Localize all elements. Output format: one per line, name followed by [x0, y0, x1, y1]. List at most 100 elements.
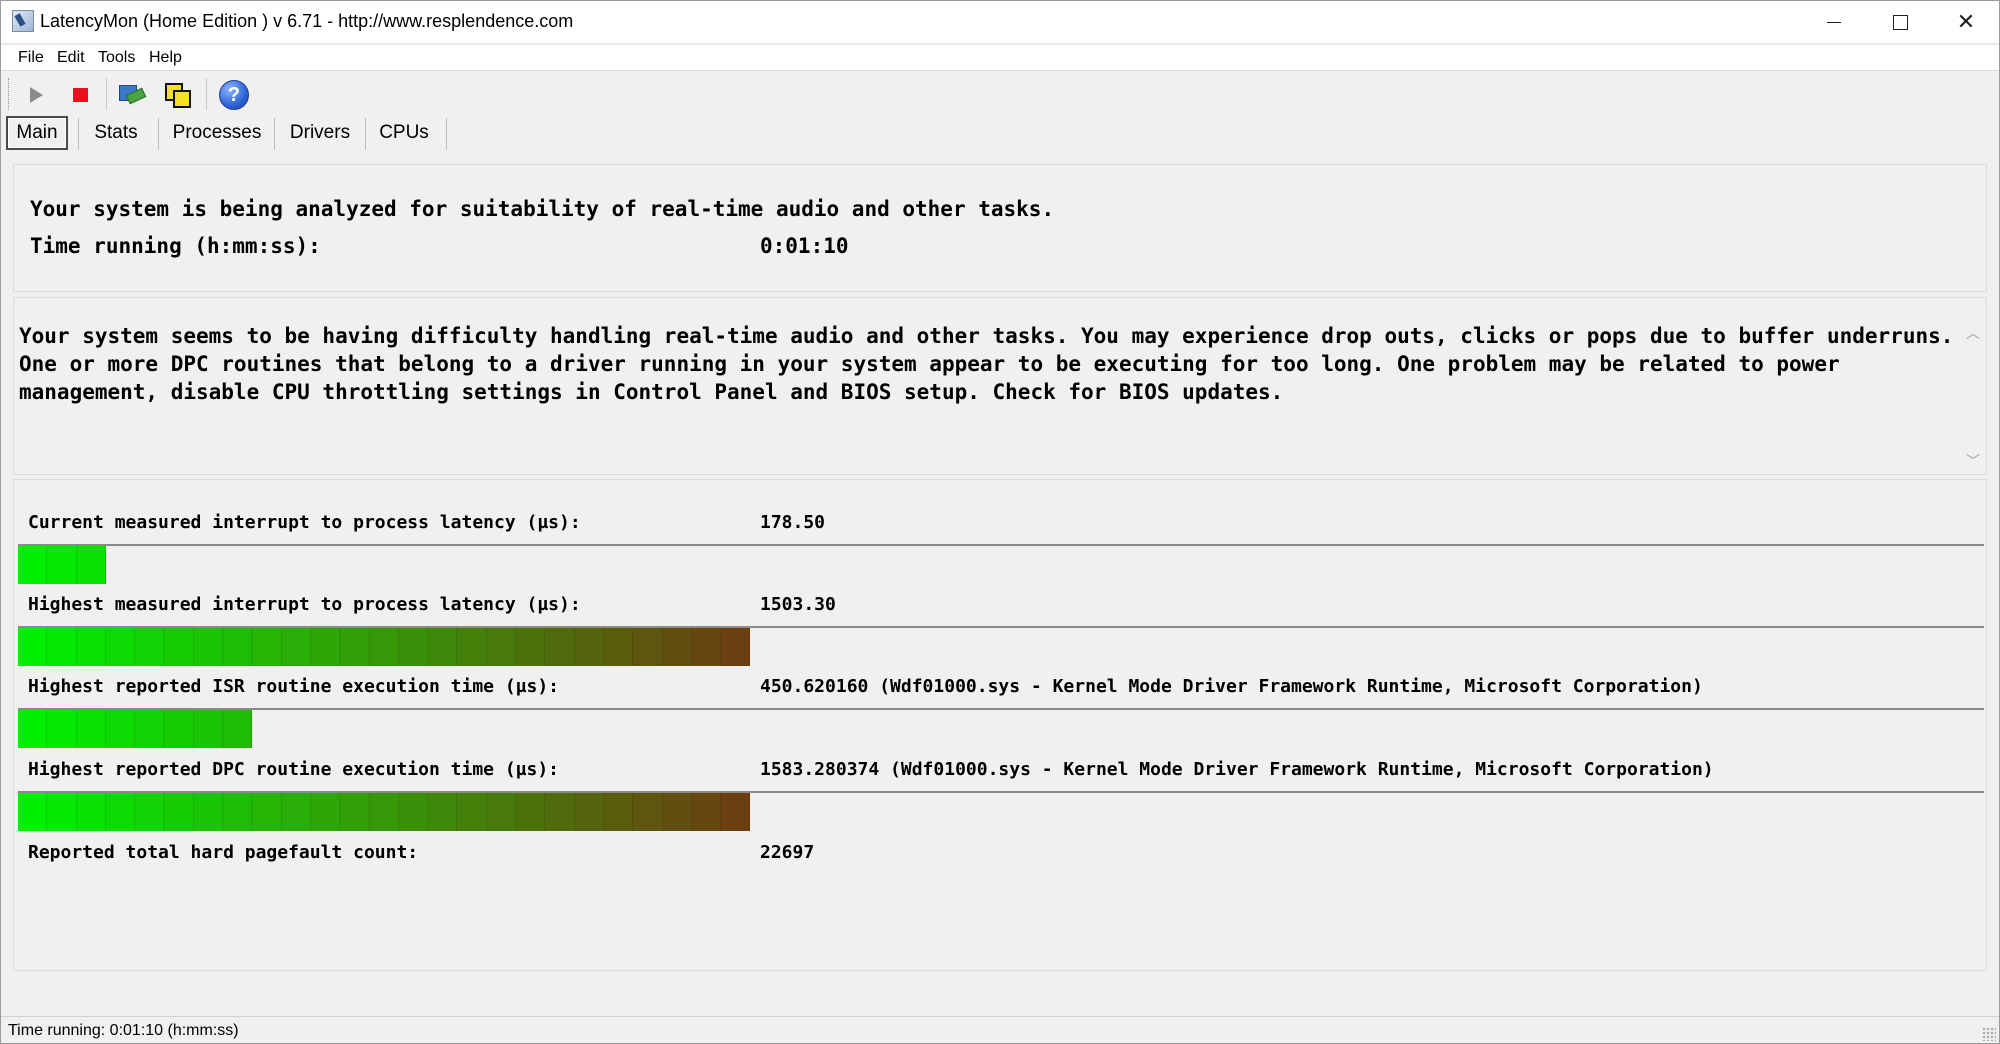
menu-edit[interactable]: Edit [57, 49, 85, 67]
isr-execution-meter [18, 708, 1984, 748]
meter-segment [691, 628, 722, 666]
meter-segment [18, 710, 48, 748]
start-button[interactable] [18, 78, 54, 112]
title-bar: LatencyMon (Home Edition ) v 6.71 - http… [0, 0, 2000, 44]
tab-drivers[interactable]: Drivers [278, 116, 362, 150]
meter-segment [340, 628, 370, 666]
minimize-icon[interactable] [1802, 0, 1866, 44]
tab-bar: Main Stats Processes Drivers CPUs [0, 114, 2000, 152]
analysis-status-panel: Your system is being analyzed for suitab… [13, 164, 1987, 292]
meter-segment [18, 628, 48, 666]
meter-segment [105, 793, 136, 831]
highest-latency-meter [18, 626, 1984, 666]
meter-segment [486, 793, 517, 831]
menu-file[interactable]: File [18, 49, 44, 67]
close-icon[interactable]: ✕ [1934, 0, 1998, 44]
dpc-execution-meter [18, 791, 1984, 831]
stop-button[interactable] [62, 78, 98, 112]
tab-stats[interactable]: Stats [80, 116, 152, 150]
menu-tools[interactable]: Tools [98, 49, 135, 67]
toolbar-grip[interactable] [8, 78, 11, 110]
meter-segment [340, 793, 370, 831]
tab-separator [274, 118, 275, 150]
meter-segment [398, 628, 429, 666]
meter-segment [281, 628, 311, 666]
scroll-down-icon[interactable]: ﹀ [1966, 454, 1980, 468]
meter-segment [603, 628, 634, 666]
toolbar-separator [206, 78, 207, 110]
meter-segment [662, 628, 692, 666]
highest-latency-value: 1503.30 [760, 594, 836, 615]
menu-help[interactable]: Help [149, 49, 182, 67]
meter-segment [574, 793, 604, 831]
meter-segment [135, 793, 165, 831]
meter-segment [223, 793, 253, 831]
meter-segment [516, 793, 546, 831]
dpc-execution-label: Highest reported DPC routine execution t… [28, 759, 560, 780]
toolbar-separator [106, 78, 107, 110]
help-button[interactable]: ? [216, 78, 252, 112]
meter-segment [574, 628, 604, 666]
meter-segment [76, 710, 106, 748]
dpc-execution-value: 1583.280374 (Wdf01000.sys - Kernel Mode … [760, 759, 1714, 780]
meter-segment [105, 710, 136, 748]
windows-button[interactable] [160, 78, 196, 112]
meter-segment [223, 710, 253, 748]
meter-segment [47, 710, 77, 748]
help-icon: ? [219, 80, 249, 110]
meter-segment [193, 710, 224, 748]
resize-grip-icon[interactable] [1982, 1027, 1996, 1041]
meter-segment [47, 793, 77, 831]
tab-cpus[interactable]: CPUs [368, 116, 440, 150]
current-latency-label: Current measured interrupt to process la… [28, 512, 581, 533]
isr-execution-bar [18, 710, 253, 748]
dpc-execution-bar [18, 793, 751, 831]
latency-metrics-panel: Current measured interrupt to process la… [13, 479, 1987, 971]
properties-icon [117, 81, 147, 109]
time-running-value: 0:01:10 [760, 234, 849, 258]
meter-segment [76, 628, 106, 666]
conclusion-message-panel: Your system seems to be having difficult… [13, 297, 1987, 475]
meter-segment [76, 546, 106, 584]
meter-segment [662, 793, 692, 831]
meter-segment [398, 793, 429, 831]
analysis-status-text: Your system is being analyzed for suitab… [30, 197, 1055, 221]
highest-latency-label: Highest measured interrupt to process la… [28, 594, 581, 615]
meter-segment [281, 793, 311, 831]
tab-separator [365, 118, 366, 150]
meter-segment [193, 628, 224, 666]
meter-segment [47, 546, 77, 584]
meter-segment [164, 793, 194, 831]
windows-icon [163, 81, 193, 109]
meter-segment [633, 793, 663, 831]
maximize-icon[interactable] [1868, 0, 1932, 44]
meter-segment [135, 710, 165, 748]
meter-segment [721, 793, 751, 831]
scroll-up-icon[interactable]: ︿ [1966, 326, 1980, 340]
meter-segment [516, 628, 546, 666]
meter-segment [76, 793, 106, 831]
tab-processes[interactable]: Processes [162, 116, 272, 150]
tab-main[interactable]: Main [6, 116, 68, 150]
meter-segment [369, 628, 399, 666]
meter-segment [428, 793, 458, 831]
status-bar-text: Time running: 0:01:10 (h:mm:ss) [8, 1022, 239, 1039]
pagefault-count-value: 22697 [760, 842, 815, 863]
toolbar: ? [0, 72, 2000, 116]
meter-segment [18, 793, 48, 831]
meter-segment [193, 793, 224, 831]
tab-separator [158, 118, 159, 150]
meter-segment [428, 628, 458, 666]
properties-button[interactable] [114, 78, 150, 112]
meter-segment [633, 628, 663, 666]
meter-segment [691, 793, 722, 831]
stop-icon [72, 88, 88, 102]
window-title: LatencyMon (Home Edition ) v 6.71 - http… [40, 11, 574, 31]
meter-segment [164, 628, 194, 666]
isr-execution-label: Highest reported ISR routine execution t… [28, 676, 560, 697]
meter-segment [252, 628, 282, 666]
latencymon-app-icon [12, 10, 34, 32]
meter-segment [164, 710, 194, 748]
meter-segment [369, 793, 399, 831]
meter-segment [603, 793, 634, 831]
